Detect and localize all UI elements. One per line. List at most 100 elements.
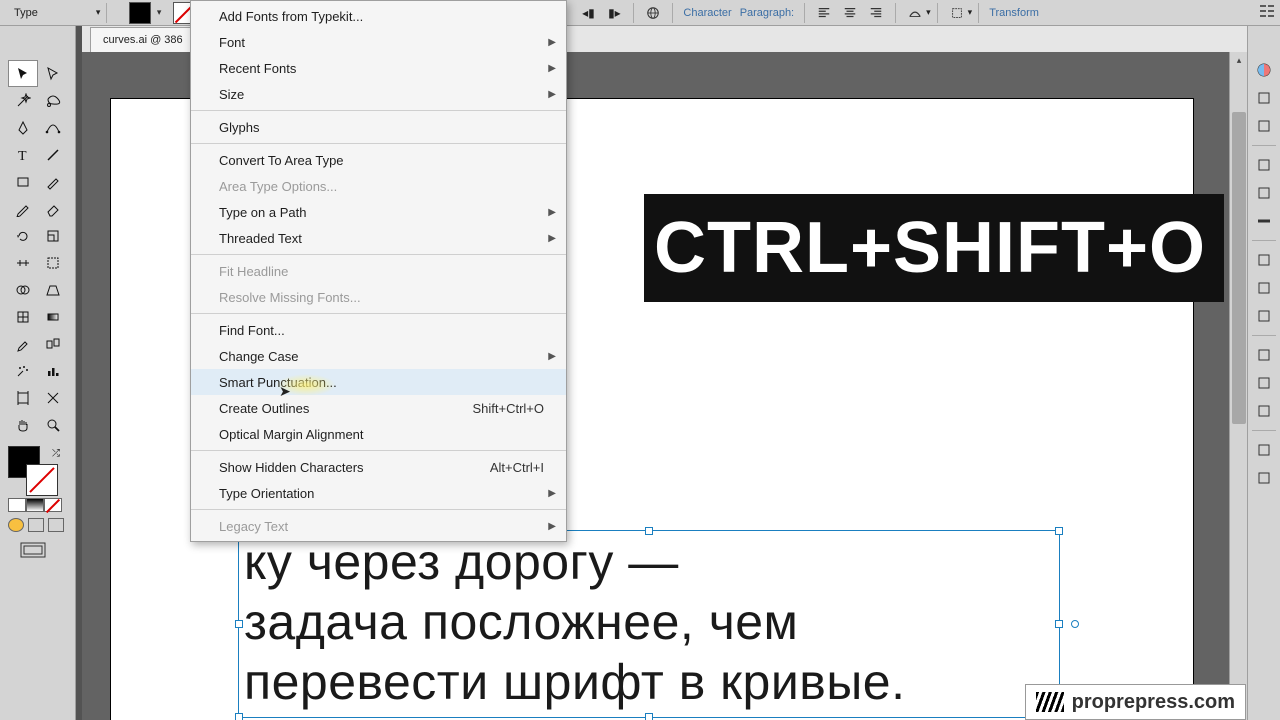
selection-tool[interactable]: [8, 60, 38, 87]
eyedropper-tool[interactable]: [8, 330, 38, 357]
menu-item-add-fonts-from-typekit[interactable]: Add Fonts from Typekit...: [191, 3, 566, 29]
brushes-panel-icon[interactable]: [1252, 153, 1276, 177]
layers-panel-icon[interactable]: [1252, 371, 1276, 395]
transform-icon[interactable]: [947, 3, 967, 23]
menu-item-create-outlines[interactable]: Create OutlinesShift+Ctrl+O: [191, 395, 566, 421]
svg-text:T: T: [18, 149, 27, 163]
vertical-scrollbar[interactable]: ▴ ▾: [1229, 52, 1248, 720]
hand-tool[interactable]: [8, 411, 38, 438]
mesh-tool[interactable]: [8, 303, 38, 330]
rectangle-tool[interactable]: [8, 168, 38, 195]
slice-tool[interactable]: [38, 384, 68, 411]
color-panel-icon[interactable]: [1252, 58, 1276, 82]
none-mode[interactable]: [44, 498, 62, 512]
draw-mode-row: [8, 498, 75, 512]
menu-item-smart-punctuation[interactable]: Smart Punctuation...: [191, 369, 566, 395]
gradient-mode[interactable]: [26, 498, 44, 512]
eraser-tool[interactable]: [38, 195, 68, 222]
swap-fill-stroke-icon[interactable]: ⤮: [52, 448, 60, 459]
direct-selection-tool[interactable]: [38, 60, 68, 87]
menu-item-glyphs[interactable]: Glyphs: [191, 114, 566, 140]
magic-wand-tool[interactable]: [8, 87, 38, 114]
menu-item-type-orientation[interactable]: Type Orientation▶: [191, 480, 566, 506]
menu-item-optical-margin-alignment[interactable]: Optical Margin Alignment: [191, 421, 566, 447]
menu-item-show-hidden-characters[interactable]: Show Hidden CharactersAlt+Ctrl+I: [191, 454, 566, 480]
pen-tool[interactable]: [8, 114, 38, 141]
menu-item-convert-to-area-type[interactable]: Convert To Area Type: [191, 147, 566, 173]
color-guide-panel-icon[interactable]: [1252, 86, 1276, 110]
align-center-icon[interactable]: [840, 3, 860, 23]
body-text-object[interactable]: ку через дорогу — задача посложнее, чем …: [244, 532, 905, 712]
scroll-thumb[interactable]: [1232, 112, 1246, 424]
menu-item-type-on-a-path[interactable]: Type on a Path▶: [191, 199, 566, 225]
pencil-tool[interactable]: [8, 195, 38, 222]
warp-envelope-icon[interactable]: [905, 3, 925, 23]
symbols-panel-icon[interactable]: [1252, 181, 1276, 205]
paragraph-panel-link[interactable]: Paragraph:: [740, 7, 794, 19]
menu-item-label: Find Font...: [219, 323, 285, 338]
lasso-tool[interactable]: [38, 87, 68, 114]
zoom-tool[interactable]: [38, 411, 68, 438]
menu-item-label: Create Outlines: [219, 401, 309, 416]
next-frame-icon[interactable]: ▮▸: [604, 3, 624, 23]
draw-inside-icon[interactable]: [48, 518, 64, 532]
menu-item-find-font[interactable]: Find Font...: [191, 317, 566, 343]
paintbrush-tool[interactable]: [38, 168, 68, 195]
document-tab[interactable]: curves.ai @ 386: [90, 27, 196, 52]
perspective-tool[interactable]: [38, 276, 68, 303]
watermark-logo-icon: [1036, 692, 1064, 712]
align-right-icon[interactable]: [866, 3, 886, 23]
menu-item-recent-fonts[interactable]: Recent Fonts▶: [191, 55, 566, 81]
curvature-tool[interactable]: [38, 114, 68, 141]
rotate-tool[interactable]: [8, 222, 38, 249]
artboard-tool[interactable]: [8, 384, 38, 411]
submenu-arrow-icon: ▶: [548, 521, 556, 532]
transparency-panel-icon[interactable]: [1252, 276, 1276, 300]
menu-item-change-case[interactable]: Change Case▶: [191, 343, 566, 369]
menu-item-legacy-text: Legacy Text▶: [191, 513, 566, 539]
right-panel-rail: [1247, 26, 1280, 720]
pathfinder-panel-icon[interactable]: [1252, 438, 1276, 462]
color-mode[interactable]: [8, 498, 26, 512]
menu-item-font[interactable]: Font▶: [191, 29, 566, 55]
scroll-up-icon[interactable]: ▴: [1230, 52, 1248, 68]
graphic-styles-panel-icon[interactable]: [1252, 343, 1276, 367]
stroke-panel-icon[interactable]: [1252, 209, 1276, 233]
menu-item-threaded-text[interactable]: Threaded Text▶: [191, 225, 566, 251]
fill-stroke-swatches[interactable]: ⤮: [8, 446, 62, 494]
gradient-tool[interactable]: [38, 303, 68, 330]
shape-builder-tool[interactable]: [8, 276, 38, 303]
scale-tool[interactable]: [38, 222, 68, 249]
character-panel-link[interactable]: Character: [683, 7, 731, 19]
type-tool[interactable]: T: [8, 141, 38, 168]
line-tool[interactable]: [38, 141, 68, 168]
mode-dropdown-icon[interactable]: ▾: [96, 7, 101, 18]
gradient-panel-icon[interactable]: [1252, 248, 1276, 272]
blend-tool[interactable]: [38, 330, 68, 357]
prev-frame-icon[interactable]: ◂▮: [578, 3, 598, 23]
menu-item-size[interactable]: Size▶: [191, 81, 566, 107]
swatches-panel-icon[interactable]: [1252, 114, 1276, 138]
stroke-swatch[interactable]: [26, 464, 58, 496]
column-graph-tool[interactable]: [38, 357, 68, 384]
align-panel-icon[interactable]: [1252, 399, 1276, 423]
tool-mode-label: Type: [14, 7, 38, 19]
draw-behind-icon[interactable]: [28, 518, 44, 532]
fill-color-swatch[interactable]: ▾: [129, 2, 151, 24]
transform-panel-link[interactable]: Transform: [989, 7, 1039, 19]
headline-text-object[interactable]: CTRL+SHIFT+O: [644, 194, 1224, 302]
navigator-panel-icon[interactable]: [1252, 466, 1276, 490]
submenu-arrow-icon: ▶: [548, 89, 556, 100]
appearance-panel-icon[interactable]: [1252, 304, 1276, 328]
globe-icon[interactable]: [643, 3, 663, 23]
menu-item-area-type-options: Area Type Options...: [191, 173, 566, 199]
menu-item-label: Change Case: [219, 349, 299, 364]
draw-normal-icon[interactable]: [8, 518, 24, 532]
symbol-sprayer-tool[interactable]: [8, 357, 38, 384]
screen-mode-icon[interactable]: [20, 542, 75, 563]
width-tool[interactable]: [8, 249, 38, 276]
free-transform-tool[interactable]: [38, 249, 68, 276]
panel-menu-icon[interactable]: [1260, 5, 1274, 20]
align-left-icon[interactable]: [814, 3, 834, 23]
submenu-arrow-icon: ▶: [548, 63, 556, 74]
